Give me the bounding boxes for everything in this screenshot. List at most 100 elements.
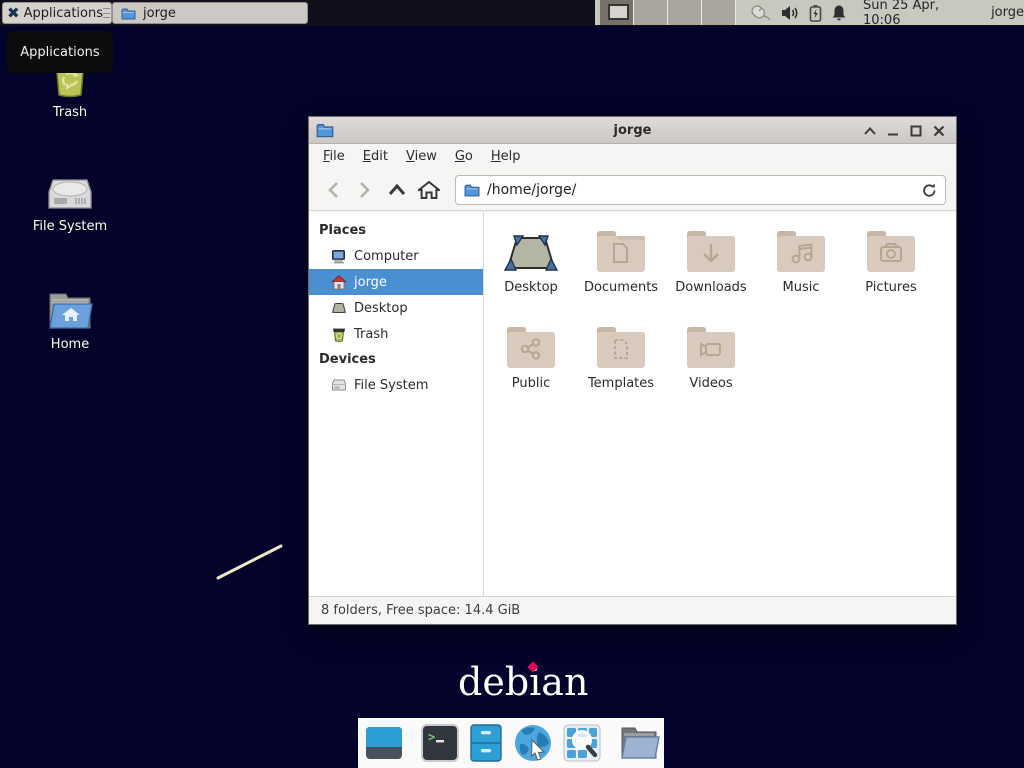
up-button[interactable] (383, 176, 411, 204)
close-button[interactable] (927, 119, 950, 142)
forward-button[interactable] (351, 176, 379, 204)
menu-view[interactable]: View (397, 146, 446, 167)
location-path[interactable]: /home/jorge/ (487, 182, 915, 198)
panel-user-menu[interactable]: jorge (991, 5, 1024, 20)
menubar: File Edit View Go Help (309, 144, 956, 169)
templates-folder-icon (595, 316, 647, 370)
bottom-dock: > (358, 718, 664, 768)
app-finder-launcher[interactable] (562, 722, 602, 764)
music-folder-icon (775, 220, 827, 274)
maximize-button[interactable] (904, 119, 927, 142)
minimize-button[interactable] (881, 119, 904, 142)
svg-text:>: > (428, 730, 435, 744)
battery-icon[interactable] (809, 4, 822, 22)
downloads-folder-icon (685, 220, 737, 274)
file-item-videos[interactable]: Videos (666, 316, 756, 412)
menu-file[interactable]: File (314, 146, 354, 167)
menu-go[interactable]: Go (446, 146, 482, 167)
tooltip-text: Applications (20, 45, 99, 60)
file-item-desktop[interactable]: Desktop (486, 220, 576, 316)
computer-icon (331, 249, 347, 264)
sidebar-item-computer[interactable]: Computer (309, 243, 483, 269)
volume-icon[interactable] (781, 5, 800, 21)
toolbar: /home/jorge/ (309, 169, 956, 211)
terminal-launcher[interactable]: > (420, 722, 460, 764)
side-header-places: Places (309, 218, 483, 243)
menu-help[interactable]: Help (482, 146, 530, 167)
workspace-3[interactable] (668, 0, 702, 25)
file-item-public[interactable]: Public (486, 316, 576, 412)
panel-tray-zone: Sun 25 Apr, 10:06 jorge (595, 0, 1024, 25)
xfce-logo-icon: ✖ (7, 6, 20, 21)
file-item-documents[interactable]: Documents (576, 220, 666, 316)
panel-clock[interactable]: Sun 25 Apr, 10:06 (863, 0, 977, 28)
reload-icon[interactable] (922, 182, 937, 198)
desktop-special-icon (503, 220, 559, 274)
side-header-devices: Devices (309, 347, 483, 372)
home-icon (331, 275, 347, 290)
sidebar-item-desktop[interactable]: Desktop (309, 295, 483, 321)
show-desktop-button[interactable] (364, 722, 404, 764)
file-item-templates[interactable]: Templates (576, 316, 666, 412)
desktop-icon-label: File System (15, 219, 125, 234)
panel-handle[interactable] (103, 8, 110, 18)
drive-icon (331, 378, 347, 392)
sidebar-item-file-system[interactable]: File System (309, 372, 483, 398)
statusbar: 8 folders, Free space: 14.4 GiB (309, 596, 956, 624)
app-finder-icon (562, 723, 602, 763)
window-titlebar[interactable]: jorge (309, 117, 956, 144)
taskbar-window-label: jorge (143, 6, 176, 21)
mouse-icon[interactable] (748, 4, 772, 22)
directory-menu-launcher[interactable] (618, 722, 660, 764)
sidebar-item-trash[interactable]: File System Trash (309, 321, 483, 347)
applications-menu-label: Applications (24, 6, 103, 21)
web-browser-globe-icon (512, 722, 554, 764)
notifications-bell-icon[interactable] (831, 4, 847, 21)
location-bar[interactable]: /home/jorge/ (455, 175, 946, 205)
file-manager-window: jorge File Edit View Go Help (308, 116, 957, 625)
desktop-icon-label: Trash (15, 105, 125, 120)
workspace-2[interactable] (634, 0, 668, 25)
show-desktop-icon (364, 723, 404, 763)
statusbar-text: 8 folders, Free space: 14.4 GiB (321, 603, 520, 618)
trash-icon (331, 327, 347, 342)
folder-icon (121, 7, 136, 20)
home-button[interactable] (415, 176, 443, 204)
file-item-pictures[interactable]: Pictures (846, 220, 936, 316)
home-folder-icon (15, 290, 125, 332)
sidebar-item-jorge[interactable]: jorge (309, 269, 483, 295)
top-panel: ✖ Applications jorge (0, 0, 1024, 26)
desktop-icon-file-system[interactable]: File System (15, 172, 125, 234)
debian-logo-text: debian (458, 660, 588, 704)
desktop-icon-home[interactable]: Home (15, 290, 125, 352)
public-folder-icon (505, 316, 557, 370)
workspace-switcher[interactable] (600, 0, 736, 25)
shade-button[interactable] (858, 119, 881, 142)
directory-folder-icon (618, 724, 660, 762)
file-cabinet-icon (468, 723, 504, 763)
workspace-1[interactable] (600, 0, 634, 25)
location-folder-icon (464, 183, 480, 197)
applications-tooltip: Applications (7, 31, 113, 73)
file-item-music[interactable]: Music (756, 220, 846, 316)
menu-edit[interactable]: Edit (354, 146, 397, 167)
desktop-line-artifact (210, 538, 295, 588)
documents-folder-icon (595, 220, 647, 274)
desktop-icon-label: Home (15, 337, 125, 352)
back-button[interactable] (319, 176, 347, 204)
taskbar-window-button[interactable]: jorge (112, 2, 308, 24)
desktop-icon (331, 301, 347, 315)
workspace-window-preview (608, 4, 629, 20)
applications-menu-button[interactable]: ✖ Applications (2, 2, 112, 24)
videos-folder-icon (685, 316, 737, 370)
terminal-icon: > (420, 723, 460, 763)
workspace-4[interactable] (702, 0, 736, 25)
web-browser-launcher[interactable] (512, 722, 554, 764)
hard-drive-icon (15, 172, 125, 214)
side-pane: Places Computer jorge (309, 212, 484, 596)
file-icon-view[interactable]: Desktop Documents (484, 212, 956, 596)
file-item-downloads[interactable]: Downloads (666, 220, 756, 316)
file-cabinet-launcher[interactable] (468, 722, 504, 764)
debian-logo: debian (430, 660, 600, 710)
pictures-folder-icon (865, 220, 917, 274)
